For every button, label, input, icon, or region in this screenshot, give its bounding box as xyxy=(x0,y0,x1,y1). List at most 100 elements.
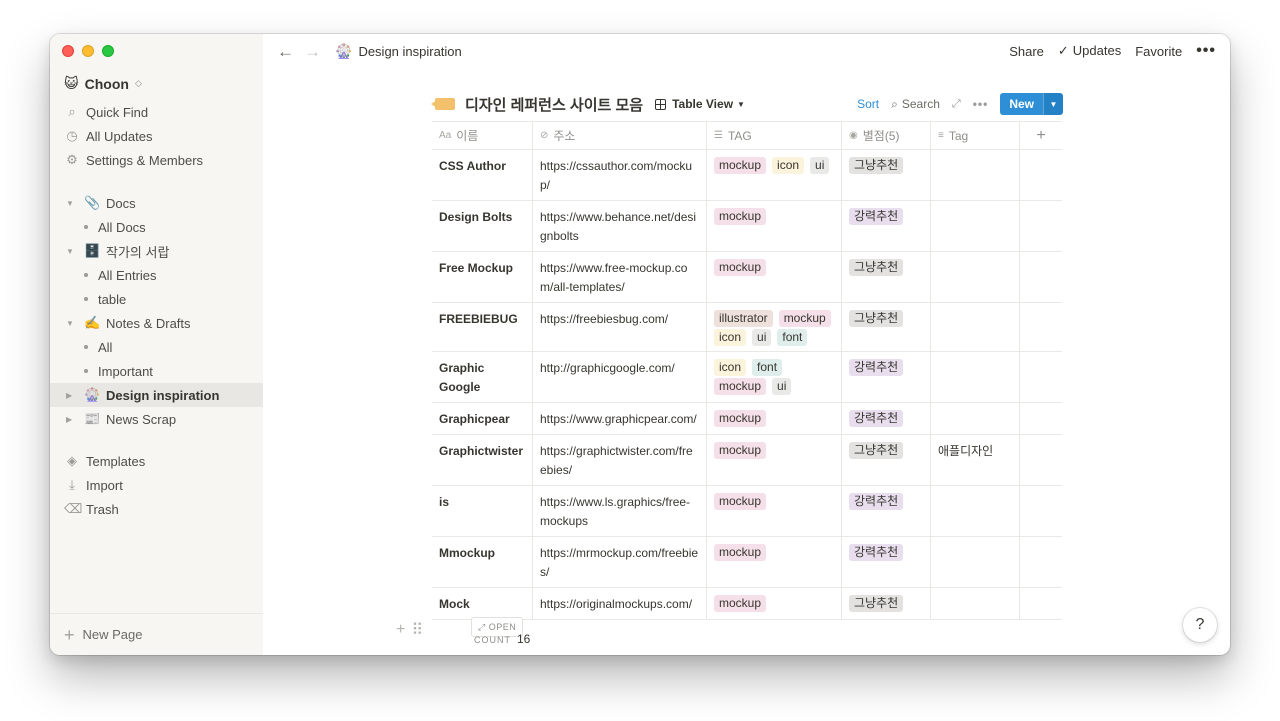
cell-tags[interactable]: mockup icon ui xyxy=(707,150,842,200)
table-row[interactable]: Graphic Google http://graphicgoogle.com/i… xyxy=(432,352,1062,403)
sidebar-item-drawer[interactable]: ▼ 🗄️ 작가의 서랍 xyxy=(50,239,263,263)
table-row[interactable]: Mmockup https://mrmockup.com/freebies/moc… xyxy=(432,537,1062,588)
cell-empty[interactable] xyxy=(1020,303,1062,351)
share-button[interactable]: Share xyxy=(1009,44,1044,59)
column-header-tag[interactable]: ☰ TAG xyxy=(707,122,842,149)
cell-tags[interactable]: illustrator mockup icon ui font xyxy=(707,303,842,351)
cell-rating[interactable]: 그냥추천 xyxy=(842,588,931,619)
cell-url[interactable]: https://www.ls.graphics/free-mockups xyxy=(533,486,707,536)
cell-empty[interactable] xyxy=(1020,435,1062,485)
cell-tags[interactable]: icon font mockup ui xyxy=(707,352,842,402)
cell-tag-text[interactable] xyxy=(931,352,1020,402)
cell-name[interactable]: CSS Author xyxy=(432,150,533,200)
table-row[interactable]: FREEBIEBUG https://freebiesbug.com/illust… xyxy=(432,303,1062,352)
add-column-button[interactable]: + xyxy=(1020,122,1062,149)
plus-icon[interactable]: + xyxy=(396,621,405,639)
cell-rating[interactable]: 강력추천 xyxy=(842,537,931,587)
search-button[interactable]: ⌕ Search xyxy=(891,97,940,112)
cell-url[interactable]: https://www.graphicpear.com/ xyxy=(533,403,707,434)
sidebar-item-important[interactable]: Important xyxy=(50,359,263,383)
cell-url[interactable]: http://graphicgoogle.com/ xyxy=(533,352,707,402)
table-row[interactable]: Mock https://originalmockups.com/mockup 그냥… xyxy=(432,588,1062,620)
cell-tags[interactable]: mockup xyxy=(707,486,842,536)
cell-name[interactable]: Graphicpear xyxy=(432,403,533,434)
cell-rating[interactable]: 그냥추천 xyxy=(842,435,931,485)
cell-tags[interactable]: mockup xyxy=(707,588,842,619)
cell-name[interactable]: Graphic Google xyxy=(432,352,533,402)
new-button[interactable]: New xyxy=(1000,93,1043,115)
sidebar-item-table[interactable]: table xyxy=(50,287,263,311)
database-title[interactable]: 디자인 레퍼런스 사이트 모음 xyxy=(465,94,643,115)
row-handle[interactable]: + ⠿ xyxy=(396,620,423,640)
cell-empty[interactable] xyxy=(1020,486,1062,536)
new-page-button[interactable]: + New Page xyxy=(50,613,263,655)
favorite-button[interactable]: Favorite xyxy=(1135,44,1182,59)
minimize-window-button[interactable] xyxy=(82,45,94,57)
cell-tag-text[interactable] xyxy=(931,486,1020,536)
column-header-text-tag[interactable]: ≡ Tag xyxy=(931,122,1020,149)
table-row[interactable]: Free Mockup https://www.free-mockup.com/a… xyxy=(432,252,1062,303)
cell-rating[interactable]: 그냥추천 xyxy=(842,252,931,302)
sidebar-item-templates[interactable]: ◈ Templates xyxy=(50,449,263,473)
sidebar-item-trash[interactable]: ⌫ Trash xyxy=(50,497,263,521)
cell-tag-text[interactable]: 애플디자인 xyxy=(931,435,1020,485)
drag-handle-icon[interactable]: ⠿ xyxy=(411,620,423,640)
cell-url[interactable]: https://freebiesbug.com/ xyxy=(533,303,707,351)
triangle-down-icon[interactable]: ▼ xyxy=(66,199,76,208)
sidebar-item-all-docs[interactable]: All Docs xyxy=(50,215,263,239)
cell-tags[interactable]: mockup xyxy=(707,537,842,587)
forward-arrow-icon[interactable]: → xyxy=(304,43,321,60)
sidebar-item-design-inspiration[interactable]: ▶ 🎡 Design inspiration xyxy=(50,383,263,407)
expand-icon[interactable]: ⤢ xyxy=(952,98,961,111)
table-row[interactable]: Graphicpear https://www.graphicpear.com/m… xyxy=(432,403,1062,435)
workspace-switcher[interactable]: 😺 Choon ◇ xyxy=(64,75,142,92)
cell-tag-text[interactable] xyxy=(931,303,1020,351)
cell-empty[interactable] xyxy=(1020,403,1062,434)
cell-tag-text[interactable] xyxy=(931,403,1020,434)
cell-tag-text[interactable] xyxy=(931,588,1020,619)
cell-url[interactable]: https://cssauthor.com/mockup/ xyxy=(533,150,707,200)
sidebar-item-notes-drafts[interactable]: ▼ ✍️ Notes & Drafts xyxy=(50,311,263,335)
sidebar-item-import[interactable]: ⤓ Import xyxy=(50,473,263,497)
cell-rating[interactable]: 강력추천 xyxy=(842,352,931,402)
more-icon[interactable]: ••• xyxy=(1196,42,1216,60)
more-icon[interactable]: ••• xyxy=(973,97,989,111)
table-row[interactable]: is https://www.ls.graphics/free-mockups mo… xyxy=(432,486,1062,537)
cell-empty[interactable] xyxy=(1020,352,1062,402)
sort-button[interactable]: Sort xyxy=(857,97,879,111)
view-selector[interactable]: Table View ▼ xyxy=(655,97,745,111)
sidebar-item-all-entries[interactable]: All Entries xyxy=(50,263,263,287)
help-button[interactable]: ? xyxy=(1183,608,1217,642)
cell-rating[interactable]: 그냥추천 xyxy=(842,150,931,200)
cell-tag-text[interactable] xyxy=(931,201,1020,251)
cell-tags[interactable]: mockup xyxy=(707,252,842,302)
sidebar-item-docs[interactable]: ▼ 📎 Docs xyxy=(50,191,263,215)
cell-tags[interactable]: mockup xyxy=(707,201,842,251)
cell-url[interactable]: https://mrmockup.com/freebies/ xyxy=(533,537,707,587)
triangle-right-icon[interactable]: ▶ xyxy=(66,391,76,400)
zoom-window-button[interactable] xyxy=(102,45,114,57)
cell-rating[interactable]: 강력추천 xyxy=(842,201,931,251)
cell-name[interactable]: Graphictwister xyxy=(432,435,533,485)
triangle-down-icon[interactable]: ▼ xyxy=(66,247,76,256)
cell-tags[interactable]: mockup xyxy=(707,435,842,485)
cell-url[interactable]: https://originalmockups.com/ xyxy=(533,588,707,619)
sidebar-item-all[interactable]: All xyxy=(50,335,263,359)
table-row[interactable]: Design Bolts https://www.behance.net/desi… xyxy=(432,201,1062,252)
cell-empty[interactable] xyxy=(1020,588,1062,619)
cell-rating[interactable]: 강력추천 xyxy=(842,486,931,536)
cell-url[interactable]: https://www.free-mockup.com/all-template… xyxy=(533,252,707,302)
cell-empty[interactable] xyxy=(1020,150,1062,200)
cell-tag-text[interactable] xyxy=(931,150,1020,200)
chevron-down-icon[interactable]: ▼ xyxy=(1043,93,1063,115)
triangle-right-icon[interactable]: ▶ xyxy=(66,415,76,424)
column-header-name[interactable]: Aa 이름 xyxy=(432,122,533,149)
sidebar-item-quick-find[interactable]: ⌕ Quick Find xyxy=(50,100,263,124)
cell-name[interactable]: Mock xyxy=(432,588,533,619)
breadcrumb[interactable]: Design inspiration xyxy=(358,44,461,59)
column-header-url[interactable]: ⊘ 주소 xyxy=(533,122,707,149)
cell-tag-text[interactable] xyxy=(931,252,1020,302)
sidebar-item-settings[interactable]: ⚙ Settings & Members xyxy=(50,148,263,172)
cell-rating[interactable]: 그냥추천 xyxy=(842,303,931,351)
table-row[interactable]: CSS Author https://cssauthor.com/mockup/m… xyxy=(432,150,1062,201)
